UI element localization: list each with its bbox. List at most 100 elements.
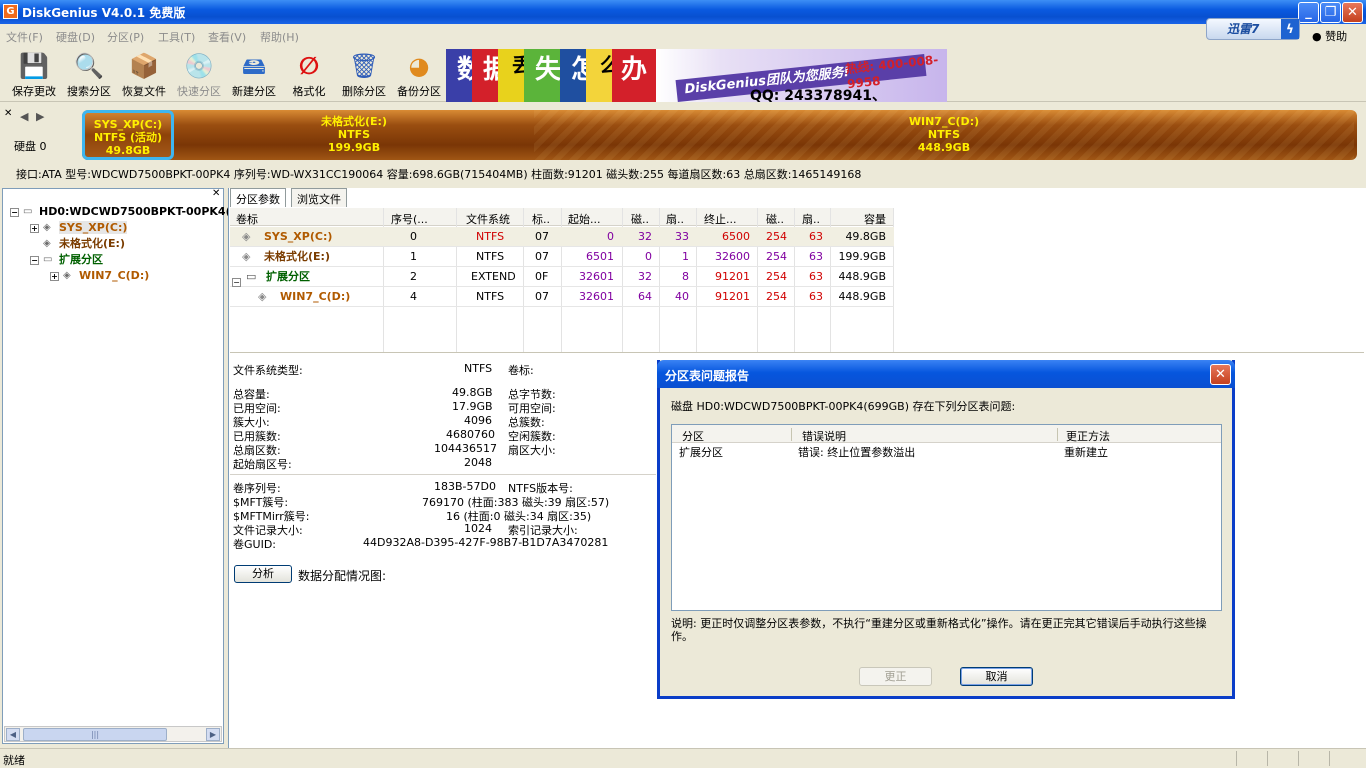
allocation-map-label: 数据分配情况图:: [298, 569, 387, 583]
tab-browse-files[interactable]: 浏览文件: [291, 188, 347, 207]
partition-icon: ◈: [258, 290, 267, 303]
save-disk-icon: 💾: [19, 52, 49, 80]
xunlei-label: 迅雷7: [1227, 22, 1260, 36]
backup-partition-button[interactable]: ◕ 备份分区: [393, 49, 445, 101]
col-fix-method[interactable]: 更正方法: [1066, 428, 1110, 444]
detail-value: NTFS: [464, 362, 493, 375]
column-divider: [791, 428, 792, 441]
analyze-button[interactable]: 分析: [234, 565, 292, 583]
menu-disk[interactable]: 硬盘(D): [56, 29, 95, 45]
ad-banner[interactable]: 数 据 丢 失 怎 么 办 DiskGenius团队为您服务! 热线: 400-…: [446, 49, 947, 102]
restore-button[interactable]: ❐: [1320, 2, 1341, 23]
disk-icon: ▭: [23, 206, 33, 217]
col-start-sec[interactable]: 扇..: [666, 211, 684, 227]
menu-view[interactable]: 查看(V): [208, 29, 246, 45]
tree-item-extended[interactable]: − ▭ 扩展分区: [30, 252, 103, 268]
close-icon[interactable]: ✕: [4, 108, 12, 119]
col-end-sec[interactable]: 扇..: [802, 211, 820, 227]
previous-disk-icon[interactable]: ◀: [20, 110, 28, 123]
search-partition-button[interactable]: 🔍 搜索分区: [63, 49, 115, 101]
detail-value: 44D932A8-D395-427F-98B7-B1D7A3470281: [363, 536, 609, 549]
dialog-title: 分区表问题报告: [657, 360, 1235, 388]
tree-item-disk[interactable]: − ▭ HD0:WDCWD7500BPKT-00PK4(6: [10, 204, 238, 220]
detail-value: 17.9GB: [452, 400, 493, 413]
detail-label: 扇区大小:: [508, 444, 556, 457]
close-icon[interactable]: ✕: [212, 188, 220, 199]
tree-item-win7[interactable]: + ◈ WIN7_C(D:): [50, 268, 149, 284]
partition-segment-d[interactable]: WIN7_C(D:) NTFS 448.9GB: [534, 110, 1354, 160]
detail-value: 104436517: [434, 442, 497, 455]
col-start-head[interactable]: 磁..: [631, 211, 649, 227]
fix-button[interactable]: 更正: [859, 667, 932, 686]
next-disk-icon[interactable]: ▶: [36, 110, 44, 123]
partition-icon: ◈: [242, 230, 251, 243]
col-seq[interactable]: 序号(...: [391, 211, 428, 227]
col-error[interactable]: 错误说明: [802, 428, 846, 444]
collapse-icon[interactable]: −: [30, 255, 39, 265]
menu-file[interactable]: 文件(F): [6, 29, 43, 45]
app-icon: G: [3, 4, 18, 19]
partition-icon: ◈: [43, 238, 51, 249]
dialog-close-button[interactable]: ✕: [1210, 364, 1231, 385]
menu-bar: [0, 24, 1366, 46]
detail-label: 卷GUID:: [233, 538, 276, 551]
status-text: 就绪: [3, 754, 25, 767]
backup-icon: ◕: [408, 52, 430, 80]
menu-partition[interactable]: 分区(P): [107, 29, 144, 45]
save-changes-button[interactable]: 💾 保存更改: [8, 49, 60, 101]
detail-label: 文件系统类型:: [233, 364, 303, 377]
menu-tools[interactable]: 工具(T): [158, 29, 195, 45]
lightning-icon: ϟ: [1281, 19, 1299, 39]
tab-partition-params[interactable]: 分区参数: [230, 188, 286, 207]
cancel-button[interactable]: 取消: [960, 667, 1033, 686]
dialog-note: 说明: 更正时仅调整分区表参数，不执行“重建分区或重新格式化”操作。请在更正完其…: [671, 617, 1207, 643]
col-start-cyl[interactable]: 起始...: [568, 211, 601, 227]
detail-label: 起始扇区号:: [233, 458, 292, 471]
col-end-cyl[interactable]: 终止...: [704, 211, 737, 227]
status-bar: [0, 748, 1366, 768]
partition-icon: ◈: [43, 222, 51, 233]
table-row[interactable]: − ▭ 扩展分区 2 EXTEND 0F 32601 32 8 91201 25…: [230, 267, 894, 287]
status-divider: [1236, 751, 1237, 766]
col-end-head[interactable]: 磁..: [766, 211, 784, 227]
extended-partition-icon: ▭: [43, 254, 53, 265]
detail-value: 183B-57D0: [434, 480, 496, 493]
minimize-button[interactable]: _: [1298, 2, 1319, 23]
scroll-left-icon[interactable]: ◀: [6, 728, 20, 741]
menu-help[interactable]: 帮助(H): [260, 29, 299, 45]
magnifier-icon: 🔍: [74, 52, 104, 80]
table-row[interactable]: ◈ 未格式化(E:) 1 NTFS 07 6501 0 1 32600 254 …: [230, 247, 894, 267]
collapse-icon[interactable]: −: [10, 207, 19, 217]
col-fs[interactable]: 文件系统: [466, 211, 510, 227]
extended-partition-icon: ▭: [246, 270, 257, 283]
col-id[interactable]: 标..: [532, 211, 550, 227]
partition-segment-c[interactable]: SYS_XP(C:) NTFS (活动) 49.8GB: [82, 110, 174, 160]
disk-info-line: 接口:ATA 型号:WDCWD7500BPKT-00PK4 序列号:WD-WX3…: [16, 168, 862, 181]
detail-value: 49.8GB: [452, 386, 493, 399]
recover-box-icon: 📦: [129, 52, 159, 80]
col-label[interactable]: 卷标: [236, 211, 258, 227]
col-size[interactable]: 容量: [864, 211, 886, 227]
horizontal-scrollbar[interactable]: ◀ ||| ▶: [4, 726, 222, 742]
col-partition[interactable]: 分区: [682, 428, 704, 444]
table-row[interactable]: ◈ WIN7_C(D:) 4 NTFS 07 32601 64 40 91201…: [230, 287, 894, 307]
new-partition-button[interactable]: 🖴 新建分区: [228, 49, 280, 101]
sponsor-link[interactable]: ● 赞助: [1312, 28, 1347, 44]
tree-item-sys-xp[interactable]: + ◈ SYS_XP(C:): [30, 220, 128, 236]
table-row[interactable]: ◈ SYS_XP(C:) 0 NTFS 07 0 32 33 6500 254 …: [230, 227, 894, 247]
expand-icon[interactable]: +: [50, 271, 59, 281]
close-window-button[interactable]: ✕: [1342, 2, 1363, 23]
tree-item-unformatted[interactable]: ◈ 未格式化(E:): [43, 236, 125, 252]
expand-icon[interactable]: +: [30, 223, 39, 233]
recover-files-button[interactable]: 📦 恢复文件: [118, 49, 170, 101]
partition-segment-e[interactable]: 未格式化(E:) NTFS 199.9GB: [174, 110, 534, 160]
scroll-right-icon[interactable]: ▶: [206, 728, 220, 741]
quick-partition-button[interactable]: 💿 快速分区: [173, 49, 225, 101]
format-button[interactable]: ∅ 格式化: [283, 49, 335, 101]
xunlei-button[interactable]: 迅雷7 ϟ: [1206, 18, 1300, 40]
list-item[interactable]: 扩展分区 错误: 终止位置参数溢出 重新建立: [672, 444, 1221, 459]
delete-partition-button[interactable]: 🗑 删除分区: [338, 49, 390, 101]
format-icon: ∅: [298, 52, 320, 80]
scroll-thumb[interactable]: |||: [23, 728, 167, 741]
status-divider: [1298, 751, 1299, 766]
